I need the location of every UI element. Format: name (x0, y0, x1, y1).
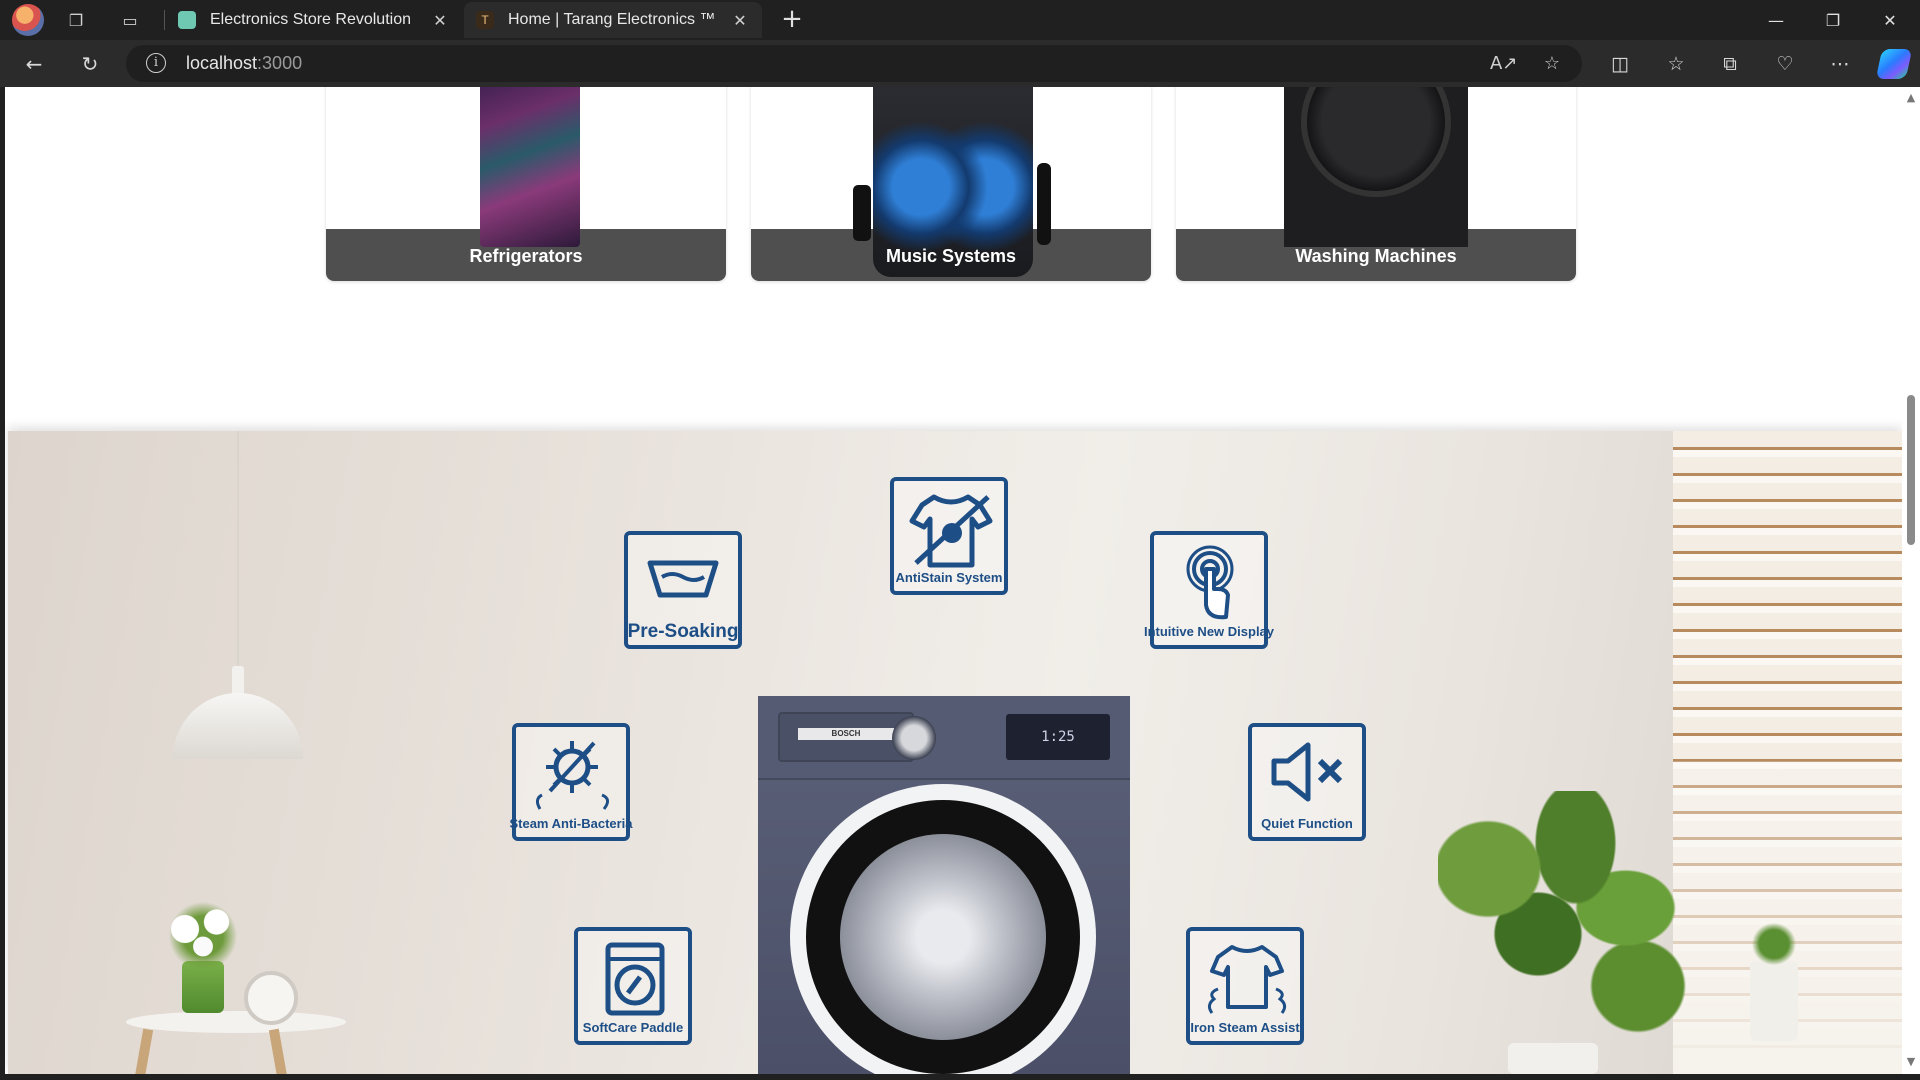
restore-button[interactable]: ❐ (1805, 0, 1861, 40)
feature-softcare-paddle: SoftCare Paddle (574, 927, 692, 1045)
touch-finger-icon (1186, 545, 1234, 620)
remote-image (853, 185, 871, 241)
small-plant-pot (1750, 961, 1798, 1041)
tab-separator (164, 10, 165, 30)
chatgpt-favicon-icon (178, 11, 196, 29)
scroll-down-arrow-icon[interactable]: ▼ (1905, 1055, 1917, 1068)
lamp-cord (237, 431, 239, 671)
tab-actions-icon[interactable]: ▭ (118, 8, 142, 32)
bacteria-steam-icon (535, 741, 609, 810)
browser-essentials-icon[interactable]: ♡ (1771, 50, 1799, 78)
copilot-icon[interactable] (1875, 49, 1913, 79)
favorites-icon[interactable]: ☆ (1662, 50, 1690, 78)
washing-machine-feature-banner[interactable]: BOSCH 1:25 Pre-Soaking AntiStain System … (8, 431, 1902, 1074)
lily-flowers (158, 901, 248, 971)
category-label: Washing Machines (1295, 246, 1457, 266)
category-label: Music Systems (885, 246, 1017, 266)
browser-toolbar: ← ↻ i localhost:3000 A↗ ☆ ◫ ☆ ⧉ ♡ ⋯ (0, 40, 1920, 87)
washing-machine-image (1284, 87, 1468, 247)
basin-icon (647, 560, 719, 598)
site-info-icon[interactable]: i (146, 53, 166, 73)
read-aloud-icon[interactable]: A↗ (1490, 51, 1517, 77)
brand-badge: BOSCH (798, 728, 894, 740)
table-clock (244, 971, 298, 1025)
tab-tarang-home[interactable]: T Home | Tarang Electronics ™ ✕ (464, 2, 762, 38)
shirt-steam-icon (1207, 945, 1287, 1014)
page-scrollbar[interactable]: ▲ ▼ (1902, 87, 1920, 1074)
category-card-refrigerators[interactable]: Refrigerators (326, 87, 726, 281)
feature-quiet-function: Quiet Function (1248, 723, 1366, 841)
category-card-washing-machines[interactable]: Washing Machines (1176, 87, 1576, 281)
profile-avatar[interactable] (12, 4, 44, 36)
feature-pre-soaking: Pre-Soaking (624, 531, 742, 649)
close-tab-icon[interactable]: ✕ (430, 11, 450, 30)
tarang-favicon-icon: T (476, 11, 494, 29)
tshirt-stain-icon (909, 494, 993, 568)
side-table-top (126, 1011, 346, 1033)
tab-electronics-store[interactable]: Electronics Store Revolution ✕ (166, 2, 462, 38)
url-text[interactable]: localhost:3000 (186, 53, 302, 74)
back-icon[interactable]: ← (20, 50, 48, 78)
table-leg (268, 1028, 290, 1074)
monstera-plant (1438, 791, 1688, 1051)
favorite-star-icon[interactable]: ☆ (1539, 51, 1565, 77)
machine-display-readout: 1:25 (1006, 714, 1110, 760)
split-screen-icon[interactable]: ◫ (1606, 50, 1634, 78)
washer-drum-icon (605, 942, 665, 1016)
minimize-button[interactable]: — (1748, 0, 1804, 40)
category-card-music-systems[interactable]: Music Systems (751, 87, 1151, 281)
feature-steam-anti-bacteria: Steam Anti-Bacteria (509, 723, 633, 841)
browser-tab-bar: ❐ ▭ Electronics Store Revolution ✕ T Hom… (0, 0, 1920, 40)
workspaces-icon[interactable]: ❐ (64, 8, 88, 32)
table-leg (132, 1028, 154, 1074)
close-tab-icon[interactable]: ✕ (730, 11, 750, 30)
tab-title: Home | Tarang Electronics ™ (508, 11, 716, 28)
feature-intuitive-new-display: Intuitive New Display (1144, 531, 1274, 649)
feature-iron-steam-assist: Iron Steam Assist (1186, 927, 1304, 1045)
address-bar[interactable]: i localhost:3000 A↗ ☆ (126, 45, 1582, 82)
microphone-image (1037, 163, 1051, 245)
small-plant (1748, 919, 1800, 969)
new-tab-button[interactable]: + (778, 6, 806, 34)
page-viewport: Refrigerators Music Systems Washing Mach… (5, 87, 1920, 1074)
bosch-washing-machine-image: BOSCH 1:25 (758, 696, 1130, 1074)
lamp-neck (232, 666, 244, 696)
more-options-icon[interactable]: ⋯ (1826, 50, 1854, 78)
close-window-button[interactable]: ✕ (1862, 0, 1918, 40)
pendant-lamp-image (173, 693, 303, 759)
scroll-up-arrow-icon[interactable]: ▲ (1905, 91, 1917, 104)
refresh-icon[interactable]: ↻ (76, 50, 104, 78)
mute-speaker-icon (1271, 742, 1343, 802)
plant-pot (1508, 1043, 1598, 1074)
feature-antistain-system: AntiStain System (890, 477, 1008, 595)
category-label: Refrigerators (469, 246, 583, 266)
tab-title: Electronics Store Revolution (210, 11, 411, 28)
collections-icon[interactable]: ⧉ (1716, 50, 1744, 78)
scrollbar-thumb[interactable] (1907, 395, 1915, 545)
refrigerator-image (480, 87, 580, 247)
